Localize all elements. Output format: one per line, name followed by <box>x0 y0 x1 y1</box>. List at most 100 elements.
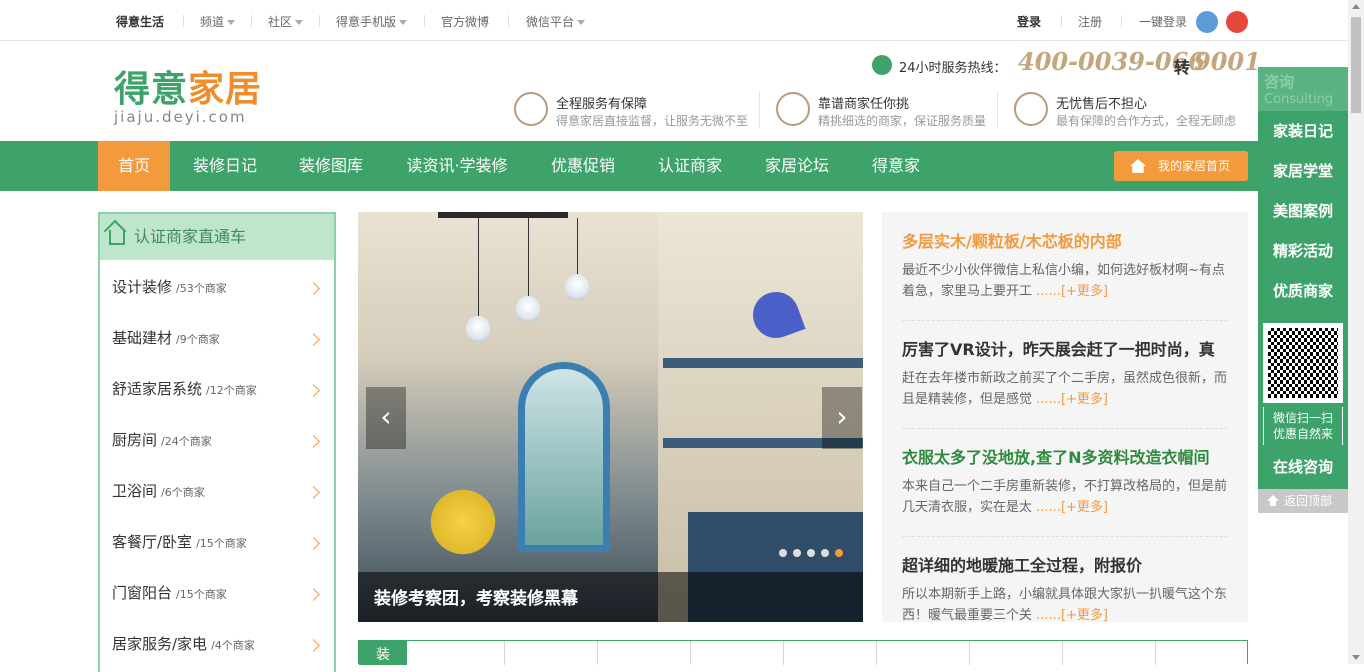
hotline-ext-label: 转 <box>1174 58 1191 77</box>
nav-promotions[interactable]: 优惠促销 <box>540 141 626 191</box>
nav-gallery[interactable]: 装修图库 <box>288 141 374 191</box>
nav-home[interactable]: 首页 <box>98 141 170 191</box>
divider <box>783 641 784 665</box>
slide-image-part <box>428 482 498 562</box>
sidebar-item-design[interactable]: 设计装修/53个商家 <box>100 262 334 313</box>
slide-image-part <box>518 362 610 552</box>
home-icon <box>1130 159 1146 173</box>
slider-next-button[interactable]: › <box>822 387 862 449</box>
chevron-right-icon <box>307 537 320 550</box>
scroll-down-icon[interactable] <box>1352 655 1360 660</box>
feature-title: 全程服务有保障 <box>556 97 648 112</box>
scrollbar[interactable] <box>1348 0 1364 664</box>
back-to-top-label: 返回顶部 <box>1284 494 1333 508</box>
float-link-merchants[interactable]: 优质商家 <box>1258 271 1348 311</box>
feature-title: 无忧售后不担心 <box>1056 97 1148 112</box>
category-row: 装 <box>358 640 1248 665</box>
float-link-school[interactable]: 家居学堂 <box>1258 151 1348 191</box>
slider-dot[interactable] <box>835 549 843 557</box>
chevron-right-icon <box>307 384 320 397</box>
slide-caption[interactable]: 装修考察团，考察装修黑幕 <box>358 572 863 622</box>
login-link[interactable]: 登录 <box>1017 13 1041 30</box>
divider <box>876 641 877 665</box>
category-name: 客餐厅/卧室 <box>112 533 193 551</box>
divider <box>1121 15 1122 27</box>
menu-mobile[interactable]: 得意手机版 <box>336 13 408 30</box>
menu-community[interactable]: 社区 <box>268 13 304 30</box>
scan-line: 微信扫一扫 <box>1272 411 1333 425</box>
news-title[interactable]: 超详细的地暖施工全过程，附报价 <box>902 552 1228 576</box>
float-link-events[interactable]: 精彩活动 <box>1258 231 1348 271</box>
logo-text-a: 得意 <box>114 69 189 110</box>
menu-weibo[interactable]: 官方微博 <box>441 13 489 30</box>
news-panel: 多层实木/颗粒板/木芯板的内部 最近不少小伙伴微信上私信小编，如何选好板材啊~有… <box>882 212 1248 623</box>
nav-deyijia[interactable]: 得意家 <box>862 141 930 191</box>
more-link[interactable]: ......[+更多] <box>1036 500 1108 515</box>
consult-title: 咨询 <box>1264 73 1295 91</box>
home-icon <box>109 230 125 245</box>
news-title[interactable]: 衣服太多了没地放,查了N多资料改造衣帽间 <box>902 444 1228 468</box>
chevron-down-icon <box>295 20 304 25</box>
sidebar-item-services[interactable]: 居家服务/家电/4个商家 <box>100 619 334 670</box>
sidebar-item-windows[interactable]: 门窗阳台/15个商家 <box>100 568 334 619</box>
sidebar-item-kitchen[interactable]: 厨房间/24个商家 <box>100 415 334 466</box>
slider-prev-button[interactable]: ‹ <box>366 387 406 449</box>
divider <box>690 641 691 665</box>
one-click-login-label: 一键登录 <box>1139 15 1188 29</box>
qq-icon[interactable] <box>1196 11 1218 33</box>
divider <box>902 536 1228 537</box>
chevron-right-icon <box>307 435 320 448</box>
sidebar-item-comfort[interactable]: 舒适家居系统/12个商家 <box>100 364 334 415</box>
consult-header: 咨询 Consulting <box>1258 67 1348 111</box>
float-link-diary[interactable]: 家装日记 <box>1258 111 1348 151</box>
register-link[interactable]: 注册 <box>1078 13 1102 30</box>
sidebar-item-materials[interactable]: 基础建材/9个商家 <box>100 313 334 364</box>
category-name: 基础建材 <box>112 329 173 347</box>
brand-link[interactable]: 得意生活 <box>116 13 164 30</box>
nav-news[interactable]: 读资讯·学装修 <box>398 141 516 191</box>
scan-text: 微信扫一扫 优惠自然来 <box>1263 407 1343 445</box>
slider-dot[interactable] <box>821 549 829 557</box>
online-consult-button[interactable]: 在线咨询 <box>1258 447 1348 487</box>
divider <box>504 641 505 665</box>
menu-channel[interactable]: 频道 <box>200 13 236 30</box>
more-link[interactable]: ......[+更多] <box>1036 392 1108 407</box>
slide-image-part <box>466 316 490 342</box>
divider <box>759 92 760 128</box>
float-link-cases[interactable]: 美图案例 <box>1258 191 1348 231</box>
slider-dot[interactable] <box>793 549 801 557</box>
weibo-icon[interactable] <box>1226 11 1248 33</box>
logo-text-b: 家居 <box>188 69 263 110</box>
nav-forum[interactable]: 家居论坛 <box>754 141 840 191</box>
divider <box>251 15 252 27</box>
top-bar: 得意生活 频道 社区 得意手机版 官方微博 微信平台 登录 注册 一键登录 <box>0 0 1348 41</box>
more-link[interactable]: ......[+更多] <box>1036 608 1108 623</box>
sidebar-item-bathroom[interactable]: 卫浴间/6个商家 <box>100 466 334 517</box>
chevron-right-icon <box>307 588 320 601</box>
sidebar-item-living[interactable]: 客餐厅/卧室/15个商家 <box>100 517 334 568</box>
slider-dot[interactable] <box>807 549 815 557</box>
consult-subtitle: Consulting <box>1264 92 1334 107</box>
category-count: /4个商家 <box>211 639 255 652</box>
merchant-sidebar: 认证商家直通车 设计装修/53个商家 基础建材/9个商家 舒适家居系统/12个商… <box>98 212 336 672</box>
category-name: 门窗阳台 <box>112 584 173 602</box>
site-logo[interactable]: 得意家居 jiaju.deyi.com <box>114 60 262 126</box>
scroll-up-icon[interactable] <box>1352 4 1360 9</box>
news-title[interactable]: 多层实木/颗粒板/木芯板的内部 <box>902 228 1228 252</box>
scrollbar-thumb[interactable] <box>1351 17 1361 113</box>
nav-diary[interactable]: 装修日记 <box>182 141 268 191</box>
menu-wechat[interactable]: 微信平台 <box>526 13 586 30</box>
slider-dot[interactable] <box>779 549 787 557</box>
hero-slider[interactable]: ‹ › 装修考察团，考察装修黑幕 <box>358 212 863 622</box>
nav-merchants[interactable]: 认证商家 <box>647 141 733 191</box>
logo-domain: jiaju.deyi.com <box>114 108 247 126</box>
news-title[interactable]: 厉害了VR设计，昨天展会赶了一把时尚，真 <box>902 336 1228 360</box>
category-count: /24个商家 <box>161 435 212 448</box>
divider <box>183 15 184 27</box>
back-to-top-button[interactable]: 返回顶部 <box>1258 489 1348 513</box>
slide-image-part <box>438 212 568 218</box>
my-home-button[interactable]: 我的家居首页 <box>1114 151 1248 181</box>
more-link[interactable]: ......[+更多] <box>1036 284 1108 299</box>
divider <box>597 641 598 665</box>
category-count: /12个商家 <box>206 384 257 397</box>
